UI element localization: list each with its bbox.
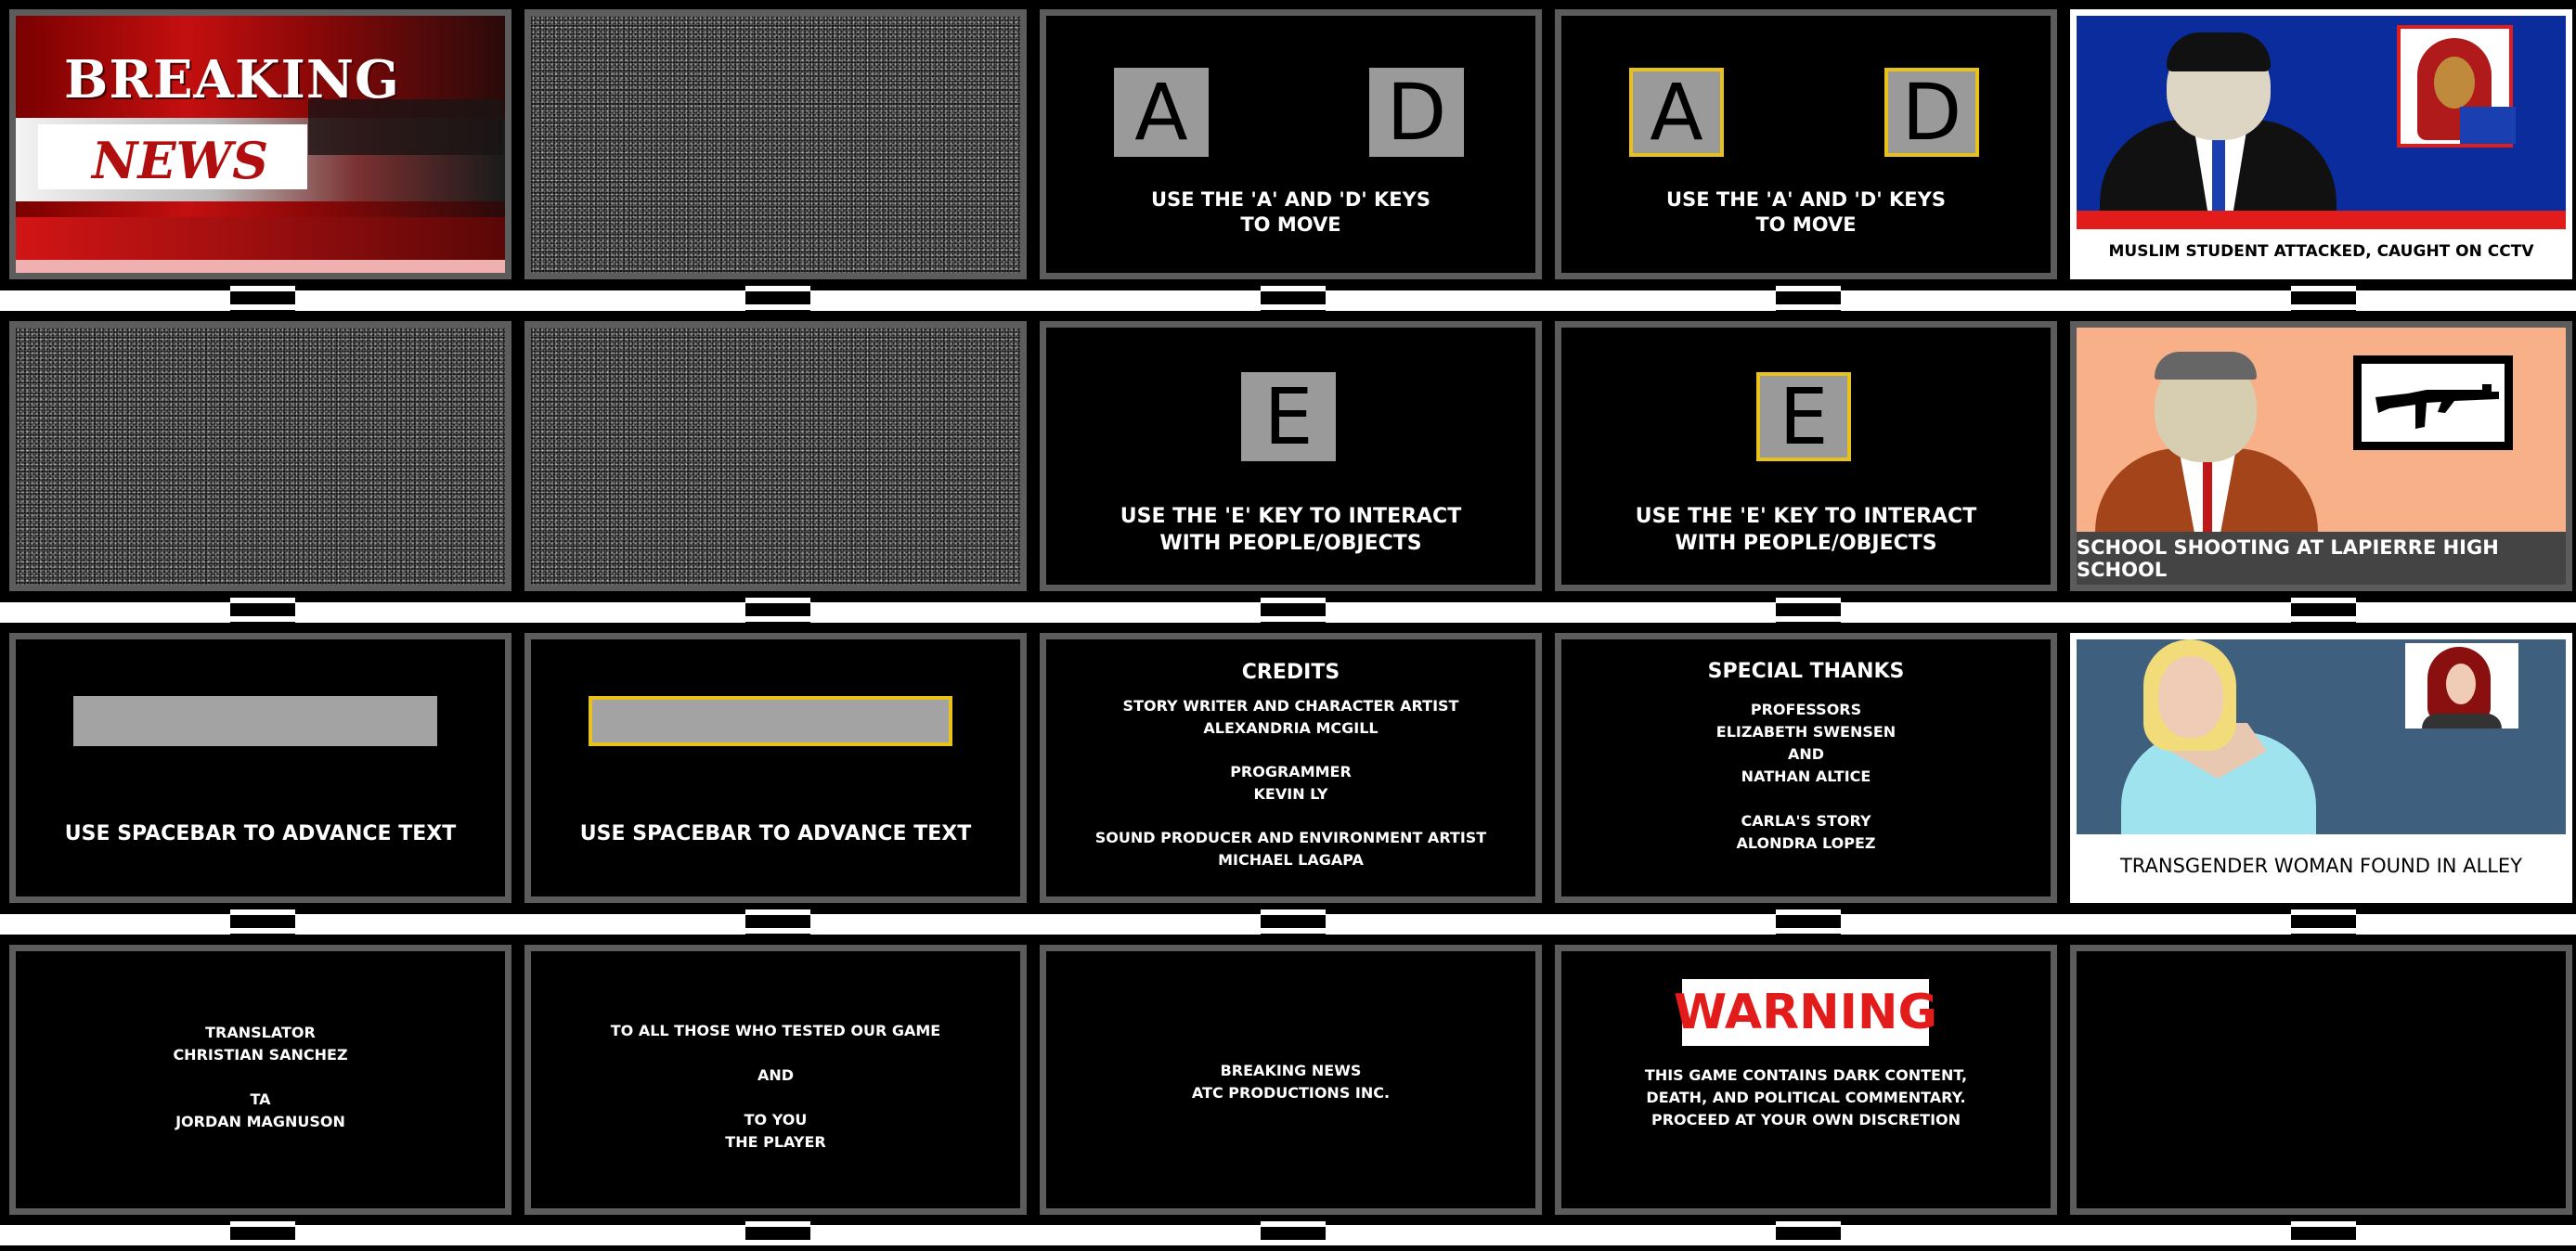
frame-post <box>1776 592 1841 627</box>
rifle-icon <box>2375 384 2499 429</box>
frame-post <box>1776 1216 1841 1251</box>
studio-credit-body: BREAKING NEWS ATC PRODUCTIONS INC. <box>1191 1062 1391 1102</box>
frame-post <box>230 280 295 316</box>
news-title: NEWS <box>92 131 269 190</box>
e-key-icon: E <box>1241 372 1336 461</box>
frame-post <box>2291 1216 2356 1251</box>
e-key-icon: E <box>1756 372 1851 461</box>
weapon-inset <box>2353 355 2513 450</box>
credits-card: CREDITS STORY WRITER AND CHARACTER ARTIS… <box>1040 633 1542 903</box>
a-key-icon: A <box>1629 68 1724 157</box>
frame-post <box>745 592 810 627</box>
static-screen <box>524 9 1027 279</box>
spacebar-instructions: USE SPACEBAR TO ADVANCE TEXT <box>579 822 972 845</box>
credits-title: CREDITS <box>1241 661 1340 684</box>
studio-credit-card: BREAKING NEWS ATC PRODUCTIONS INC. <box>1040 945 1542 1215</box>
spacebar-key-icon <box>73 696 437 746</box>
frame-post <box>1776 904 1841 939</box>
news-headline: TRANSGENDER WOMAN FOUND IN ALLEY <box>2077 834 2566 896</box>
frame-post <box>2291 280 2356 316</box>
blank-screen <box>2070 945 2572 1215</box>
warning-body: THIS GAME CONTAINS DARK CONTENT, DEATH, … <box>1644 1066 1968 1128</box>
victim-photo-inset <box>2397 25 2516 148</box>
frame-post <box>2291 592 2356 627</box>
interact-instructions: USE THE 'E' KEY TO INTERACT WITH PEOPLE/… <box>1120 505 1462 555</box>
frame-post <box>1261 904 1326 939</box>
news-broadcast-transgender-woman: TRANSGENDER WOMAN FOUND IN ALLEY <box>2070 633 2572 903</box>
tester-thanks-card: TO ALL THOSE WHO TESTED OUR GAME AND TO … <box>524 945 1027 1215</box>
frame-post <box>745 280 810 316</box>
move-instructions: USE THE 'A' AND 'D' KEYS TO MOVE <box>1666 188 1946 237</box>
news-headline: SCHOOL SHOOTING AT LAPIERRE HIGH SCHOOL <box>2077 535 2499 581</box>
frame-post <box>745 1216 810 1251</box>
translator-credits-body: TRANSLATOR CHRISTIAN SANCHEZ TA JORDAN M… <box>173 1024 348 1130</box>
frame-post <box>1776 280 1841 316</box>
frame-post <box>745 904 810 939</box>
special-thanks-card: SPECIAL THANKS PROFESSORS ELIZABETH SWEN… <box>1555 633 2057 903</box>
frame-post <box>1261 592 1326 627</box>
victim-photo-inset <box>2405 643 2518 729</box>
frame-post <box>1261 1216 1326 1251</box>
frame-post <box>230 904 295 939</box>
credits-body: STORY WRITER AND CHARACTER ARTIST ALEXAN… <box>1094 697 1487 869</box>
frame-post <box>1261 280 1326 316</box>
static-screen <box>524 321 1027 591</box>
move-tutorial-card-highlighted: A D USE THE 'A' AND 'D' KEYS TO MOVE <box>1555 9 2057 279</box>
frame-post <box>230 1216 295 1251</box>
special-thanks-title: SPECIAL THANKS <box>1707 660 1905 683</box>
anchor-avatar <box>2158 656 2223 738</box>
a-key-icon: A <box>1114 68 1209 157</box>
news-broadcast-muslim-student: MUSLIM STUDENT ATTACKED, CAUGHT ON CCTV <box>2070 9 2572 279</box>
spacebar-tutorial-card-highlighted: USE SPACEBAR TO ADVANCE TEXT <box>524 633 1027 903</box>
breaking-title: BREAKING <box>64 49 400 110</box>
interact-tutorial-card-highlighted: E USE THE 'E' KEY TO INTERACT WITH PEOPL… <box>1555 321 2057 591</box>
tester-thanks-body: TO ALL THOSE WHO TESTED OUR GAME AND TO … <box>610 1022 941 1151</box>
spacebar-tutorial-card: USE SPACEBAR TO ADVANCE TEXT <box>9 633 511 903</box>
special-thanks-body: PROFESSORS ELIZABETH SWENSEN AND NATHAN … <box>1715 701 1896 852</box>
content-warning-card: WARNING THIS GAME CONTAINS DARK CONTENT,… <box>1555 945 2057 1215</box>
interact-tutorial-card: E USE THE 'E' KEY TO INTERACT WITH PEOPL… <box>1040 321 1542 591</box>
spacebar-instructions: USE SPACEBAR TO ADVANCE TEXT <box>64 822 457 845</box>
frame-post <box>2291 904 2356 939</box>
breaking-news-title-card: BREAKING NEWS <box>9 9 511 279</box>
d-key-icon: D <box>1884 68 1979 157</box>
news-headline: MUSLIM STUDENT ATTACKED, CAUGHT ON CCTV <box>2077 229 2566 273</box>
static-screen <box>9 321 511 591</box>
spacebar-key-icon <box>589 696 952 746</box>
d-key-icon: D <box>1369 68 1464 157</box>
news-broadcast-school-shooting: SCHOOL SHOOTING AT LAPIERRE HIGH SCHOOL <box>2070 321 2572 591</box>
move-tutorial-card: A D USE THE 'A' AND 'D' KEYS TO MOVE <box>1040 9 1542 279</box>
translator-credits-card: TRANSLATOR CHRISTIAN SANCHEZ TA JORDAN M… <box>9 945 511 1215</box>
frame-post <box>230 592 295 627</box>
warning-title: WARNING <box>1673 985 1938 1040</box>
interact-instructions: USE THE 'E' KEY TO INTERACT WITH PEOPLE/… <box>1635 505 1977 555</box>
move-instructions: USE THE 'A' AND 'D' KEYS TO MOVE <box>1151 188 1430 237</box>
